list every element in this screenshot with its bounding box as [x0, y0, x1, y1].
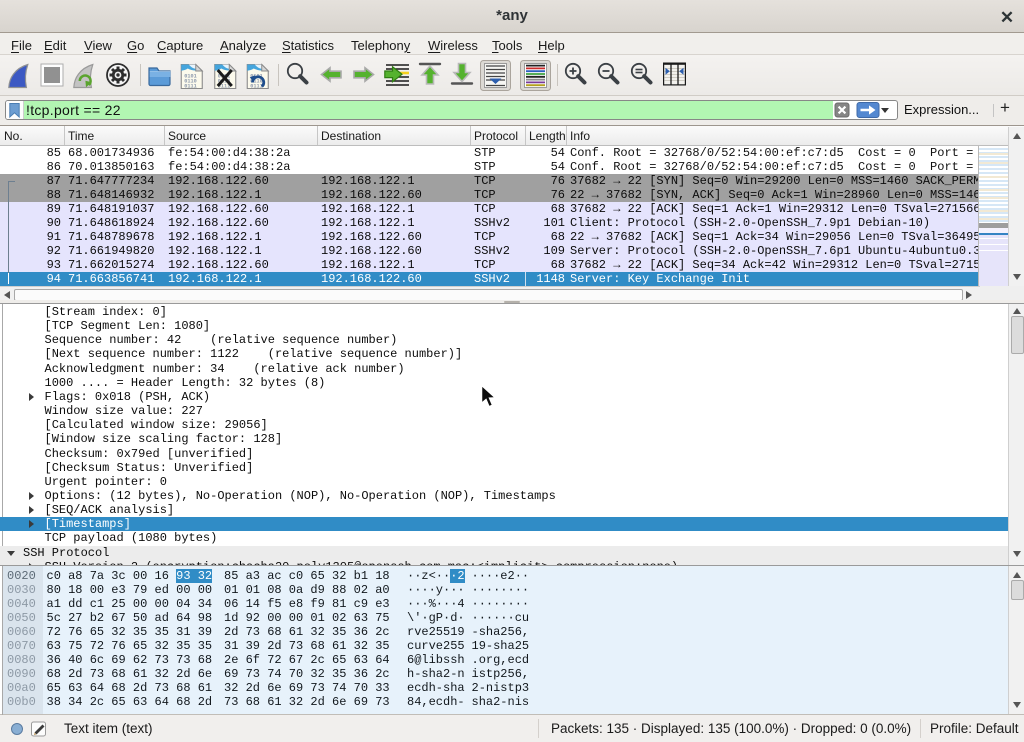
svg-text:0111: 0111: [184, 84, 196, 90]
svg-text:0111: 0111: [250, 84, 262, 90]
